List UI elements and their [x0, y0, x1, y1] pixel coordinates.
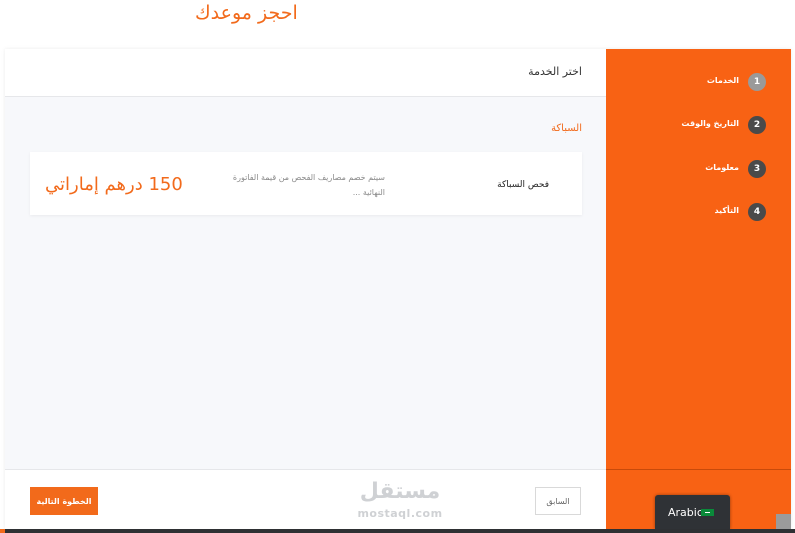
main-panel: اختر الخدمة السباكة فحص السباكة سيتم خصم… [5, 49, 606, 529]
service-price: 150 درهم إماراتي [45, 174, 183, 195]
step-label: التأكيد [714, 206, 739, 215]
previous-button[interactable]: السابق [535, 487, 581, 515]
uae-flag-icon [701, 509, 714, 516]
step-label: معلومات [705, 163, 739, 172]
service-description: سيتم خصم مصاريف الفحص من قيمة الفاتورة ا… [232, 173, 385, 197]
sidebar-divider [606, 469, 791, 470]
step-confirmation[interactable]: 4 التأكيد [596, 203, 766, 221]
category-label: السباكة [551, 123, 582, 134]
next-step-button[interactable]: الخطوة التالية [30, 487, 98, 515]
watermark-latin: mostaql.com [357, 507, 443, 520]
step-number: 2 [748, 116, 766, 134]
step-label: التاريخ والوقت [681, 119, 739, 128]
step-number: 4 [748, 203, 766, 221]
mostaql-watermark: مستقل mostaql.com [350, 479, 450, 523]
language-switcher[interactable]: Arabic [655, 495, 730, 529]
section-title: اختر الخدمة [528, 65, 582, 78]
bottom-bar-accent [0, 529, 5, 533]
footer-bar: الخطوة التالية مستقل mostaql.com السابق [5, 469, 606, 529]
service-card[interactable]: فحص السباكة سيتم خصم مصاريف الفحص من قيم… [30, 152, 582, 215]
step-information[interactable]: 3 معلومات [596, 160, 766, 178]
step-services[interactable]: 1 الخدمات [596, 73, 766, 91]
step-label: الخدمات [706, 76, 739, 85]
main-header: اختر الخدمة [5, 49, 606, 97]
step-date-time[interactable]: 2 التاريخ والوقت [596, 116, 766, 134]
bottom-bar [0, 529, 795, 533]
service-name: فحص السباكة [497, 180, 549, 190]
step-number: 1 [748, 73, 766, 91]
step-number: 3 [748, 160, 766, 178]
steps-sidebar: 1 الخدمات 2 التاريخ والوقت 3 معلومات 4 ا… [606, 49, 791, 529]
language-label: Arabic [668, 506, 703, 519]
watermark-arabic: مستقل [359, 479, 441, 504]
page-title: احجز موعدك [195, 2, 298, 24]
booking-card: اختر الخدمة السباكة فحص السباكة سيتم خصم… [5, 49, 791, 529]
